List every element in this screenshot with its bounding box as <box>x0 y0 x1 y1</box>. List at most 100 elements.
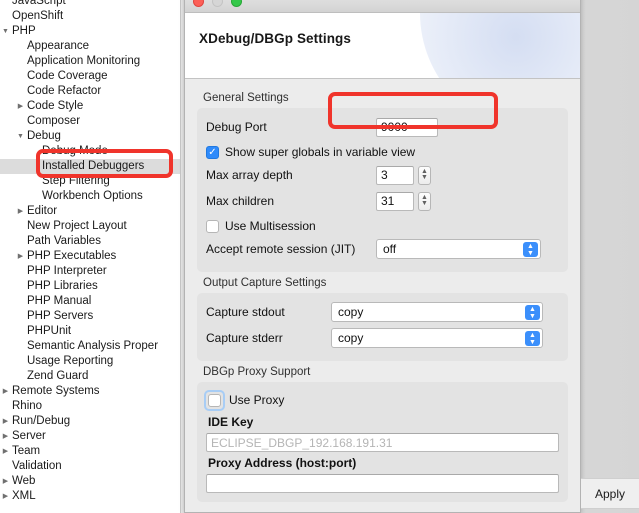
sidebar-item-debug-mode[interactable]: ▶Debug Mode <box>0 144 180 159</box>
chevron-right-icon[interactable]: ▶ <box>15 249 26 264</box>
sidebar-item-composer[interactable]: ▶Composer <box>0 114 180 129</box>
sidebar-item-php-libraries[interactable]: ▶PHP Libraries <box>0 279 180 294</box>
preferences-tree[interactable]: ▶JavaScript▶OpenShift▼PHP▶Appearance▶App… <box>0 0 181 513</box>
proxy-address-input[interactable] <box>206 474 559 493</box>
focus-ring <box>204 389 225 411</box>
sidebar-item-run-debug[interactable]: ▶ Run/Debug <box>0 414 180 429</box>
max-array-depth-stepper[interactable]: ▲ ▼ <box>376 165 431 185</box>
ide-key-input[interactable] <box>206 433 559 452</box>
sidebar-item-javascript[interactable]: ▶JavaScript <box>0 0 180 9</box>
sidebar-item-openshift[interactable]: ▶OpenShift <box>0 9 180 24</box>
chevron-updown-icon[interactable]: ▲ ▼ <box>525 331 540 346</box>
sidebar-item-rhino[interactable]: ▶Rhino <box>0 399 180 414</box>
sidebar-item-path-variables[interactable]: ▶Path Variables <box>0 234 180 249</box>
chevron-right-icon[interactable]: ▶ <box>0 489 11 504</box>
sidebar-item-server[interactable]: ▶ Server <box>0 429 180 444</box>
stepper-down-icon[interactable]: ▼ <box>421 200 428 207</box>
sidebar-item-label: New Project Layout <box>27 220 127 232</box>
sidebar-item-appearance[interactable]: ▶Appearance <box>0 39 180 54</box>
capture-stderr-row: Capture stderr copy ▲ ▼ <box>206 326 559 350</box>
chevron-right-icon[interactable]: ▶ <box>0 429 11 444</box>
chevron-right-icon[interactable]: ▶ <box>0 414 11 429</box>
show-super-globals-row[interactable]: ✓ Show super globals in variable view <box>206 141 559 163</box>
use-multisession-row[interactable]: Use Multisession <box>206 215 559 237</box>
checkbox-unchecked-icon[interactable] <box>208 393 221 407</box>
sidebar-item-xml[interactable]: ▶ XML <box>0 489 180 504</box>
accept-remote-session-select[interactable]: off ▲ ▼ <box>376 239 541 259</box>
twisty-placeholder-icon: ▶ <box>15 324 26 339</box>
sidebar-item-label: Code Refactor <box>27 85 102 97</box>
sidebar-item-usage-reporting[interactable]: ▶Usage Reporting <box>0 354 180 369</box>
dbgp-proxy-support-label: DBGp Proxy Support <box>203 366 311 378</box>
sidebar-item-label: OpenShift <box>12 10 64 22</box>
sidebar-item-remote-systems[interactable]: ▶ Remote Systems <box>0 384 180 399</box>
stepper-down-icon[interactable]: ▼ <box>421 174 428 181</box>
twisty-placeholder-icon: ▶ <box>30 144 41 159</box>
sidebar-item-step-filtering[interactable]: ▶Step Filtering <box>0 174 180 189</box>
sidebar-item-installed-debuggers[interactable]: ▶Installed Debuggers <box>0 159 180 174</box>
general-settings-label: General Settings <box>203 92 289 104</box>
capture-stdout-label: Capture stdout <box>206 305 285 319</box>
maximize-icon[interactable] <box>231 0 242 7</box>
dialog-titlebar <box>185 0 580 13</box>
minimize-icon[interactable] <box>212 0 223 7</box>
max-array-depth-input[interactable] <box>376 165 414 185</box>
sidebar-item-php-manual[interactable]: ▶PHP Manual <box>0 294 180 309</box>
apply-button[interactable]: Apply <box>581 478 639 509</box>
chevron-right-icon[interactable]: ▶ <box>15 204 26 219</box>
sidebar-item-label: Workbench Options <box>42 190 143 202</box>
sidebar-item-validation[interactable]: ▶Validation <box>0 459 180 474</box>
twisty-placeholder-icon: ▶ <box>15 264 26 279</box>
debug-port-input[interactable] <box>376 117 438 137</box>
sidebar-item-application-monitoring[interactable]: ▶Application Monitoring <box>0 54 180 69</box>
sidebar-item-label: Composer <box>27 115 81 127</box>
sidebar-item-php[interactable]: ▼ PHP <box>0 24 180 39</box>
chevron-updown-icon[interactable]: ▲ ▼ <box>525 305 540 320</box>
sidebar-item-new-project-layout[interactable]: ▶New Project Layout <box>0 219 180 234</box>
use-proxy-row[interactable]: Use Proxy <box>204 389 559 411</box>
chevron-right-icon[interactable]: ▶ <box>0 474 11 489</box>
capture-stderr-select[interactable]: copy ▲ ▼ <box>331 328 543 348</box>
sidebar-item-web[interactable]: ▶ Web <box>0 474 180 489</box>
apply-button-label: Apply <box>594 486 626 501</box>
max-children-stepper[interactable]: ▲ ▼ <box>376 191 431 211</box>
sidebar-item-php-servers[interactable]: ▶PHP Servers <box>0 309 180 324</box>
sidebar-item-php-interpreter[interactable]: ▶PHP Interpreter <box>0 264 180 279</box>
sidebar-item-workbench-options[interactable]: ▶Workbench Options <box>0 189 180 204</box>
capture-stderr-label: Capture stderr <box>206 331 283 345</box>
sidebar-item-label: Path Variables <box>27 235 101 247</box>
stepper-arrows-icon[interactable]: ▲ ▼ <box>418 191 431 211</box>
sidebar-item-php-executables[interactable]: ▶ PHP Executables <box>0 249 180 264</box>
use-proxy-label: Use Proxy <box>229 393 285 407</box>
sidebar-item-label: Rhino <box>12 400 43 412</box>
sidebar-item-code-coverage[interactable]: ▶Code Coverage <box>0 69 180 84</box>
sidebar-item-zend-guard[interactable]: ▶Zend Guard <box>0 369 180 384</box>
chevron-right-icon[interactable]: ▶ <box>0 384 11 399</box>
stepper-arrows-icon[interactable]: ▲ ▼ <box>418 165 431 185</box>
chevron-updown-icon[interactable]: ▲ ▼ <box>523 242 538 257</box>
close-icon[interactable] <box>193 0 204 7</box>
checkbox-unchecked-icon[interactable] <box>206 219 219 233</box>
max-children-input[interactable] <box>376 191 414 211</box>
sidebar-item-label: Debug Mode <box>42 145 108 157</box>
capture-stdout-select[interactable]: copy ▲ ▼ <box>331 302 543 322</box>
checkbox-checked-icon[interactable]: ✓ <box>206 145 219 159</box>
sidebar-item-debug[interactable]: ▼ Debug <box>0 129 180 144</box>
sidebar-item-label: PHP Executables <box>27 250 117 262</box>
sidebar-item-label: Debug <box>27 130 61 142</box>
chevron-right-icon[interactable]: ▶ <box>15 99 26 114</box>
sidebar-item-label: Server <box>12 430 46 442</box>
sidebar-item-label: Editor <box>27 205 58 217</box>
dialog-body: General Settings Debug Port ✓ Show super… <box>185 79 580 512</box>
sidebar-item-code-refactor[interactable]: ▶Code Refactor <box>0 84 180 99</box>
sidebar-item-semantic-analysis-proper[interactable]: ▶Semantic Analysis Proper <box>0 339 180 354</box>
twisty-placeholder-icon: ▶ <box>15 69 26 84</box>
sidebar-item-editor[interactable]: ▶ Editor <box>0 204 180 219</box>
sidebar-item-phpunit[interactable]: ▶PHPUnit <box>0 324 180 339</box>
sidebar-item-label: Code Coverage <box>27 70 108 82</box>
chevron-down-icon[interactable]: ▼ <box>0 24 11 39</box>
chevron-down-icon[interactable]: ▼ <box>15 129 26 144</box>
sidebar-item-team[interactable]: ▶ Team <box>0 444 180 459</box>
sidebar-item-code-style[interactable]: ▶ Code Style <box>0 99 180 114</box>
chevron-right-icon[interactable]: ▶ <box>0 444 11 459</box>
